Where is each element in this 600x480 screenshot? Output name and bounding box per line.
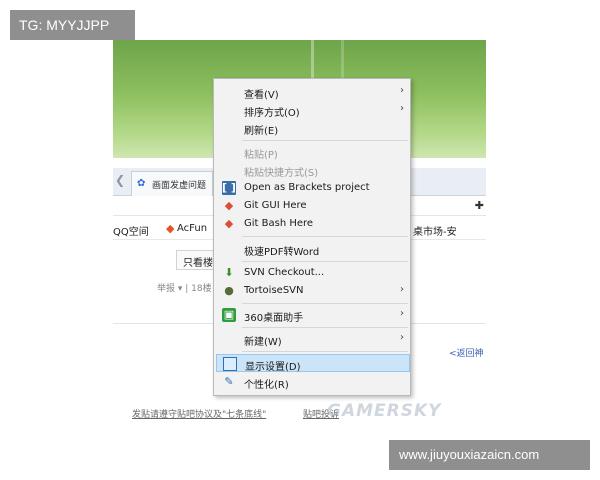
menu-item-git-gui[interactable]: ◆ Git GUI Here — [216, 197, 410, 215]
menu-item-view[interactable]: 查看(V) › — [216, 83, 410, 101]
brackets-icon: [ ] — [222, 181, 236, 195]
menu-item-label: 粘贴(P) — [244, 150, 278, 161]
menu-item-label: 极速PDF转Word — [244, 247, 320, 258]
menu-item-svn-checkout[interactable]: ⬇ SVN Checkout... — [216, 264, 410, 282]
desktop-360-icon: ▣ — [222, 308, 236, 322]
browser-tab[interactable]: ✿ 画面发虚问题 — [131, 171, 213, 196]
menu-separator — [242, 303, 408, 304]
menu-item-label: 粘贴快捷方式(S) — [244, 168, 319, 179]
bookmark-item[interactable]: 桌市场-安 — [413, 223, 457, 238]
stage: TG: MYYJJPP ❮ ✿ 画面发虚问题 ✚ QQ空间 ◆ AcFun 桌市… — [0, 0, 600, 480]
menu-item-brackets[interactable]: [ ] Open as Brackets project — [216, 179, 410, 197]
pin-icon[interactable]: ✚ — [475, 199, 484, 212]
menu-item-label: 刷新(E) — [244, 126, 279, 137]
git-icon: ◆ — [224, 199, 234, 212]
menu-separator — [242, 140, 408, 141]
chevron-right-icon: › — [400, 308, 404, 319]
context-menu: 查看(V) › 排序方式(O) › 刷新(E) 粘贴(P) 粘贴快捷方式(S) … — [213, 78, 411, 396]
menu-item-refresh[interactable]: 刷新(E) — [216, 119, 410, 137]
menu-item-display-settings[interactable]: 显示设置(D) — [216, 354, 410, 373]
menu-separator — [242, 261, 408, 262]
site-watermark: www.jiuyouxiazaicn.com — [389, 440, 590, 470]
menu-item-new[interactable]: 新建(W) › — [216, 330, 410, 348]
back-arrow-icon[interactable]: ❮ — [115, 173, 129, 191]
menu-item-label: TortoiseSVN — [244, 285, 304, 296]
screenshot-frame: ❮ ✿ 画面发虚问题 ✚ QQ空间 ◆ AcFun 桌市场-安 只看楼 举报 ▾… — [113, 40, 486, 440]
menu-item-label: 显示设置(D) — [245, 362, 301, 373]
chevron-right-icon: › — [400, 85, 404, 96]
tab-title: 画面发虚问题 — [152, 181, 207, 191]
menu-item-personalize[interactable]: ✎ 个性化(R) — [216, 373, 410, 391]
gamersky-logo: GAMERSKY — [327, 401, 442, 421]
menu-item-git-bash[interactable]: ◆ Git Bash Here — [216, 215, 410, 233]
menu-item-label: 查看(V) — [244, 90, 279, 101]
display-icon — [223, 357, 237, 371]
footer-tip[interactable]: 发贴请遵守贴吧协议及"七条底线" — [132, 407, 266, 420]
chevron-right-icon: › — [400, 103, 404, 114]
menu-item-sort[interactable]: 排序方式(O) › — [216, 101, 410, 119]
menu-item-pdf-word[interactable]: 极速PDF转Word — [216, 240, 410, 258]
bookmark-item[interactable]: AcFun — [177, 223, 207, 234]
tg-watermark: TG: MYYJJPP — [10, 10, 135, 40]
git-icon: ◆ — [224, 217, 234, 230]
tortoise-icon: ● — [224, 284, 234, 297]
menu-item-label: Open as Brackets project — [244, 182, 370, 193]
menu-separator — [242, 351, 408, 352]
menu-item-label: Git GUI Here — [244, 200, 307, 211]
menu-separator — [242, 327, 408, 328]
menu-item-tortoisesvn[interactable]: ● TortoiseSVN › — [216, 282, 410, 300]
svn-checkout-icon: ⬇ — [224, 266, 234, 279]
personalize-icon: ✎ — [224, 375, 234, 388]
menu-item-label: 个性化(R) — [244, 380, 289, 391]
menu-item-label: SVN Checkout... — [244, 267, 325, 278]
menu-item-paste: 粘贴(P) — [216, 143, 410, 161]
menu-item-label: 排序方式(O) — [244, 108, 300, 119]
back-link[interactable]: <返回神 — [449, 346, 484, 359]
menu-separator — [242, 236, 408, 237]
post-meta: 举报 ▾ | 18楼 — [157, 284, 212, 294]
paw-icon: ✿ — [137, 178, 146, 189]
menu-item-360[interactable]: ▣ 360桌面助手 › — [216, 306, 410, 324]
bookmark-item[interactable]: QQ空间 — [113, 223, 149, 238]
chevron-right-icon: › — [400, 332, 404, 343]
menu-item-label: Git Bash Here — [244, 218, 314, 229]
menu-item-paste-shortcut: 粘贴快捷方式(S) — [216, 161, 410, 179]
menu-item-label: 360桌面助手 — [244, 313, 304, 324]
acfun-icon: ◆ — [166, 222, 175, 235]
menu-item-label: 新建(W) — [244, 337, 282, 348]
chevron-right-icon: › — [400, 284, 404, 295]
